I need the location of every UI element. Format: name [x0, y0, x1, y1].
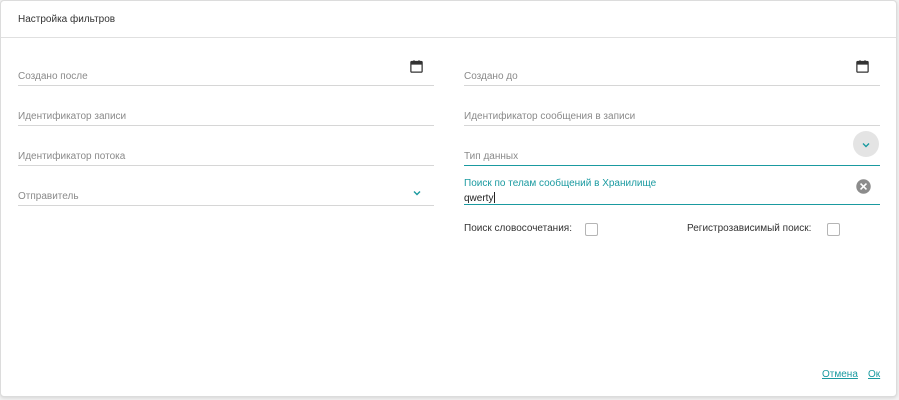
- phrase-search-label: Поиск словосочетания:: [464, 223, 572, 234]
- chevron-down-icon: [862, 143, 870, 148]
- clear-icon[interactable]: [855, 178, 872, 195]
- stream-id-field[interactable]: Идентификатор потока: [18, 146, 434, 166]
- ok-link[interactable]: Ок: [868, 369, 880, 380]
- calendar-icon[interactable]: [855, 59, 870, 74]
- body-search-label: Поиск по телам сообщений в Хранилище: [464, 178, 657, 189]
- data-type-label: Тип данных: [464, 151, 519, 162]
- cancel-link[interactable]: Отмена: [822, 369, 858, 380]
- data-type-select[interactable]: Тип данных: [464, 131, 880, 166]
- message-id-label: Идентификатор сообщения в записи: [464, 111, 636, 122]
- dialog-header: Настройка фильтров: [1, 1, 896, 38]
- created-before-field[interactable]: Создано до: [464, 60, 880, 86]
- calendar-icon[interactable]: [409, 59, 424, 74]
- record-id-label: Идентификатор записи: [18, 111, 127, 122]
- text-caret: [494, 192, 496, 203]
- stream-id-label: Идентификатор потока: [18, 151, 126, 162]
- body-search-value[interactable]: qwerty: [464, 192, 496, 204]
- chevron-down-icon[interactable]: [411, 187, 423, 199]
- body-search-text: qwerty: [464, 193, 494, 204]
- data-type-dropdown-button[interactable]: [853, 131, 879, 157]
- record-id-field[interactable]: Идентификатор записи: [18, 106, 434, 126]
- sender-select[interactable]: Отправитель: [18, 186, 434, 206]
- phrase-search-checkbox[interactable]: [585, 223, 598, 236]
- filter-settings-dialog: Настройка фильтров Создано после Создано…: [0, 0, 897, 397]
- sender-label: Отправитель: [18, 191, 79, 202]
- created-after-label: Создано после: [18, 71, 88, 82]
- body-search-input[interactable]: Поиск по телам сообщений в Хранилище qwe…: [464, 178, 880, 205]
- case-sensitive-checkbox[interactable]: [827, 223, 840, 236]
- message-id-field[interactable]: Идентификатор сообщения в записи: [464, 106, 880, 126]
- created-after-field[interactable]: Создано после: [18, 60, 434, 86]
- dialog-title: Настройка фильтров: [18, 14, 116, 25]
- created-before-label: Создано до: [464, 71, 518, 82]
- case-sensitive-label: Регистрозависимый поиск:: [687, 223, 812, 234]
